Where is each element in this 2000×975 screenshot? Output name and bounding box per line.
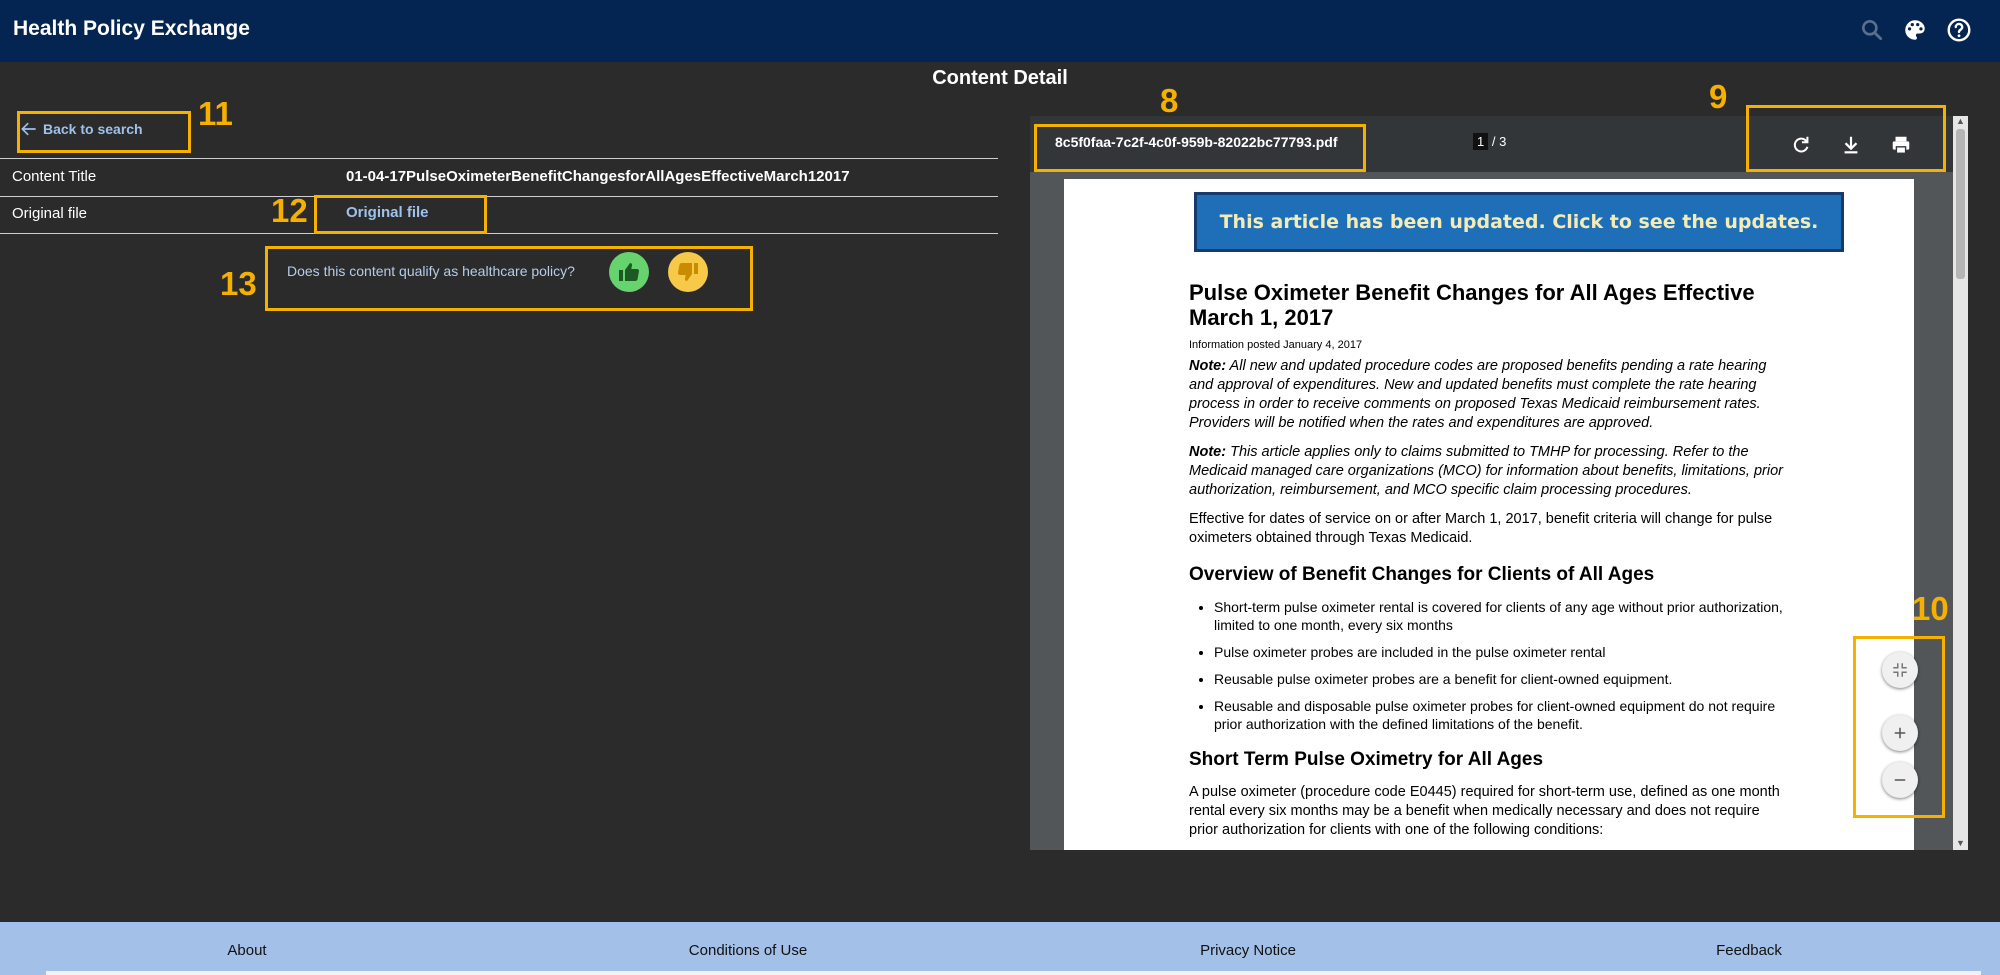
note-label: Note:	[1189, 358, 1227, 374]
pdf-note: Note: This article applies only to claim…	[1189, 443, 1789, 500]
scroll-up-icon[interactable]: ▲	[1956, 116, 1965, 126]
list-item: Short-term pulse oximeter rental is cove…	[1214, 598, 1789, 634]
pdf-page: This article has been updated. Click to …	[1064, 179, 1914, 850]
pdf-posted-date: Information posted January 4, 2017	[1189, 339, 1363, 351]
original-file-label: Original file	[12, 205, 88, 222]
scroll-thumb[interactable]	[1956, 129, 1965, 279]
pdf-overview-heading: Overview of Benefit Changes for Clients …	[1189, 564, 1655, 585]
pdf-title: Pulse Oximeter Benefit Changes for All A…	[1189, 280, 1755, 330]
footer-about-link[interactable]: About	[147, 942, 347, 959]
pdf-viewer[interactable]: 8c5f0faa-7c2f-4c0f-959b-82022bc77793.pdf…	[1030, 116, 1968, 850]
annotation-number: 11	[198, 95, 233, 132]
annotation-number: 12	[271, 192, 308, 229]
pdf-effective-text: Effective for dates of service on or aft…	[1189, 511, 1773, 546]
annotation-box-zoom	[1853, 636, 1945, 818]
page-title: Content Detail	[932, 67, 1068, 89]
pdf-overview-list: Short-term pulse oximeter rental is cove…	[1189, 598, 1789, 733]
annotation-box-file-name	[1034, 124, 1366, 172]
divider	[0, 233, 998, 234]
note-text: This article applies only to claims subm…	[1189, 444, 1783, 498]
scroll-down-icon[interactable]: ▼	[1956, 838, 1965, 848]
top-app-bar: Health Policy Exchange	[0, 0, 2000, 62]
footer-feedback-link[interactable]: Feedback	[1649, 942, 1849, 959]
divider	[0, 196, 998, 197]
footer-conditions-link[interactable]: Conditions of Use	[648, 942, 848, 959]
annotation-box-toolbar	[1746, 105, 1946, 172]
footer-privacy-link[interactable]: Privacy Notice	[1148, 942, 1348, 959]
update-banner[interactable]: This article has been updated. Click to …	[1194, 192, 1844, 252]
note-text: All new and updated procedure codes are …	[1189, 358, 1767, 431]
annotation-number: 10	[1912, 590, 1949, 627]
page-total: / 3	[1491, 134, 1507, 149]
annotation-box-feedback	[265, 246, 753, 311]
search-icon[interactable]	[1859, 17, 1885, 43]
annotation-number: 9	[1709, 78, 1728, 115]
page-indicator: 1 / 3	[1473, 133, 1507, 150]
content-title-label: Content Title	[12, 168, 97, 185]
annotation-number: 13	[220, 265, 257, 302]
pdf-short-term-heading: Short Term Pulse Oximetry for All Ages	[1189, 749, 1544, 770]
pdf-short-term-text: A pulse oximeter (procedure code E0445) …	[1189, 784, 1780, 838]
footer: About Conditions of Use Privacy Notice F…	[0, 922, 2000, 975]
annotation-box-back	[17, 111, 191, 153]
list-item: Pulse oximeter probes are included in th…	[1214, 643, 1789, 661]
palette-icon[interactable]	[1902, 17, 1928, 43]
app-title[interactable]: Health Policy Exchange	[13, 17, 250, 41]
content-title-value: 01-04-17PulseOximeterBenefitChangesforAl…	[346, 168, 850, 185]
pdf-scrollbar[interactable]: ▲ ▼	[1953, 116, 1968, 850]
note-label: Note:	[1189, 444, 1227, 460]
divider	[0, 158, 998, 159]
page-current-input[interactable]: 1	[1473, 133, 1489, 150]
annotation-box-original	[314, 195, 487, 234]
pdf-content: Pulse Oximeter Benefit Changes for All A…	[1189, 280, 1789, 850]
list-item: Reusable and disposable pulse oximeter p…	[1214, 697, 1789, 733]
help-icon[interactable]	[1946, 17, 1972, 43]
footer-strip	[46, 971, 1981, 975]
pdf-note: Note: All new and updated procedure code…	[1189, 357, 1789, 433]
annotation-number: 8	[1160, 82, 1179, 119]
list-item: Reusable pulse oximeter probes are a ben…	[1214, 670, 1789, 688]
